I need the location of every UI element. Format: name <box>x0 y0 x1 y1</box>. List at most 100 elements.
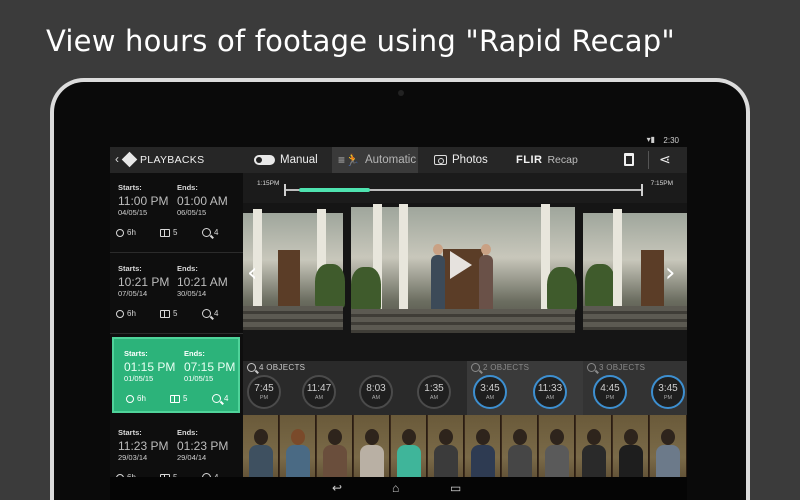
duration: 6h <box>127 228 136 237</box>
clock-ampm: PM <box>605 395 615 401</box>
objects-icon <box>202 228 211 237</box>
object-group[interactable]: 2 OBJECTS 3:45 AM 11:33 AM <box>467 361 583 415</box>
tab-manual[interactable]: Manual <box>254 147 318 173</box>
clip-count: 5 <box>183 394 188 403</box>
back-icon[interactable]: ‹ <box>115 152 119 166</box>
head <box>291 429 305 445</box>
start-time: 11:00 PM <box>118 194 169 208</box>
start-time: 01:15 PM <box>124 360 176 374</box>
current-clip-video[interactable] <box>351 203 577 333</box>
object-group[interactable]: 4 OBJECTS 7:45 PM 11:47 AM 8:03 AM 1:35 AM <box>243 361 467 415</box>
tab-flir-recap[interactable]: FLIR Recap <box>516 147 578 173</box>
head <box>328 429 342 445</box>
share-icon[interactable]: ⋖ <box>659 151 671 168</box>
app-logo-icon <box>121 151 138 168</box>
clock-time: 7:45 <box>254 383 274 394</box>
ends-label: Ends: <box>177 264 198 273</box>
app-screen: ▾▮ 2:30 ‹ PLAYBACKS Manual ≡🏃 Automatic … <box>110 133 687 500</box>
plant <box>351 267 381 311</box>
starts-label: Starts: <box>118 264 142 273</box>
recap-label: Recap <box>547 154 578 166</box>
clock-ampm: AM <box>429 395 439 401</box>
end-time: 10:21 AM <box>177 275 228 289</box>
clock-ampm: PM <box>663 395 673 401</box>
clock-item[interactable]: 3:45 AM <box>473 375 507 409</box>
timeline-start: 1:15PM <box>257 180 280 187</box>
clock-ampm: AM <box>371 395 381 401</box>
clock-item[interactable]: 1:35 AM <box>417 375 451 409</box>
clock-item[interactable]: 8:03 AM <box>359 375 393 409</box>
duration: 6h <box>127 309 136 318</box>
front-camera <box>398 90 404 96</box>
timeline-progress[interactable] <box>299 188 371 192</box>
object-group-label: 3 OBJECTS <box>599 363 646 372</box>
tab-automatic[interactable]: ≡🏃 Automatic <box>332 147 418 173</box>
end-date: 30/05/14 <box>177 289 207 298</box>
ends-label: Ends: <box>184 349 205 358</box>
tab-photos[interactable]: Photos <box>434 147 488 173</box>
end-date: 29/04/14 <box>177 453 207 462</box>
clock-ampm: AM <box>314 395 324 401</box>
clock-ampm: AM <box>545 395 555 401</box>
objects-icon <box>247 363 256 372</box>
clock-time: 8:03 <box>366 383 386 394</box>
plant <box>547 267 577 311</box>
object-group-label: 4 OBJECTS <box>259 363 306 372</box>
column <box>399 203 408 311</box>
nav-home-icon[interactable]: ⌂ <box>392 481 399 495</box>
recording-item-selected[interactable]: Starts: Ends: 01:15 PM 07:15 PM 01/05/15… <box>112 337 240 413</box>
timer-icon <box>116 309 124 318</box>
clock-time: 4:45 <box>600 383 620 394</box>
clips-icon <box>170 394 180 403</box>
timeline-end-tick <box>641 184 643 196</box>
tab-photos-label: Photos <box>452 154 488 166</box>
head <box>513 429 527 445</box>
column <box>613 208 622 308</box>
nav-back-icon[interactable]: ↩ <box>332 481 342 495</box>
object-count: 4 <box>224 394 229 403</box>
chevron-left-icon[interactable]: ‹ <box>247 258 257 288</box>
timer-icon <box>116 228 124 237</box>
headline: View hours of footage using "Rapid Recap… <box>46 24 675 58</box>
clip-count: 5 <box>173 309 178 318</box>
delete-icon[interactable] <box>624 153 634 166</box>
nav-recents-icon[interactable]: ▭ <box>450 481 461 495</box>
head <box>476 429 490 445</box>
start-date: 29/03/14 <box>118 453 148 462</box>
plant <box>585 264 615 308</box>
clock-time: 11:33 <box>537 383 563 394</box>
object-group[interactable]: 3 OBJECTS 4:45 PM 3:45 PM <box>583 361 687 415</box>
objects-icon <box>471 363 480 372</box>
starts-label: Starts: <box>118 428 142 437</box>
clock-item[interactable]: 3:45 PM <box>651 375 685 409</box>
start-date: 01/05/15 <box>124 374 154 383</box>
previous-clip-thumbnail[interactable] <box>243 208 345 330</box>
system-nav-bar: ↩ ⌂ ▭ <box>110 477 687 500</box>
clock-item[interactable]: 11:47 AM <box>302 375 336 409</box>
recording-item[interactable]: Starts: Ends: 10:21 PM 10:21 AM 07/05/14… <box>110 254 243 334</box>
clip-count: 5 <box>173 228 178 237</box>
recording-item[interactable]: Starts: Ends: 11:00 PM 01:00 AM 04/05/15… <box>110 173 243 253</box>
object-count: 4 <box>214 309 219 318</box>
person <box>479 244 493 315</box>
clock-time: 3:45 <box>480 383 500 394</box>
plant <box>315 264 345 308</box>
flir-brand: FLIR <box>516 154 543 166</box>
clock-item[interactable]: 7:45 PM <box>247 375 281 409</box>
playback-timeline[interactable]: 1:15PM 7:15PM <box>243 173 687 203</box>
objects-icon <box>212 394 221 403</box>
object-count: 4 <box>214 228 219 237</box>
starts-label: Starts: <box>124 349 148 358</box>
camera-icon <box>434 155 447 165</box>
end-date: 06/05/15 <box>177 208 207 217</box>
clock-ampm: AM <box>485 395 495 401</box>
page-title: PLAYBACKS <box>140 154 205 166</box>
chevron-right-icon[interactable]: › <box>665 258 675 288</box>
play-icon[interactable] <box>450 251 472 279</box>
clock-item[interactable]: 4:45 PM <box>593 375 627 409</box>
recordings-list: Starts: Ends: 11:00 PM 01:00 AM 04/05/15… <box>110 173 243 500</box>
clock-item[interactable]: 11:33 AM <box>533 375 567 409</box>
object-groups: 4 OBJECTS 7:45 PM 11:47 AM 8:03 AM 1:35 AM 2… <box>243 361 687 415</box>
start-time: 10:21 PM <box>118 275 170 289</box>
objects-icon <box>202 309 211 318</box>
